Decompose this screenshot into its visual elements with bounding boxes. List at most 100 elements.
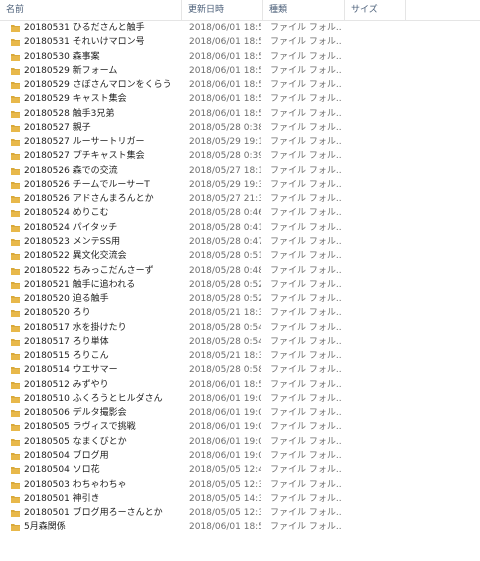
file-row[interactable]: 20180527 親子 2018/05/28 0:38 ファイル フォル... <box>0 121 480 135</box>
file-type: ファイル フォル... <box>270 80 342 91</box>
file-row[interactable]: 20180517 水を掛けたり 2018/05/28 0:54 ファイル フォル..… <box>0 321 480 335</box>
file-type: ファイル フォル... <box>270 94 342 105</box>
file-row[interactable]: 20180503 わちゃわちゃ 2018/05/05 12:39 ファイル フォル.… <box>0 478 480 492</box>
file-row[interactable]: 20180531 ひるださんと触手 2018/06/01 18:51 ファイル フォ… <box>0 21 480 35</box>
file-row[interactable]: 20180501 ブログ用ろーさんとか 2018/05/05 12:37 ファイル … <box>0 506 480 520</box>
folder-icon <box>11 153 20 161</box>
folder-icon <box>11 39 20 47</box>
file-row[interactable]: 20180515 ろりこん 2018/05/21 18:32 ファイル フォル... <box>0 349 480 363</box>
file-type: ファイル フォル... <box>270 422 342 433</box>
file-type: ファイル フォル... <box>270 222 342 233</box>
file-type: ファイル フォル... <box>270 165 342 176</box>
file-date-modified: 2018/06/01 19:04 <box>189 408 261 419</box>
folder-icon <box>11 410 20 418</box>
file-name: 5月森関係 <box>24 522 66 533</box>
folder-icon <box>11 167 20 175</box>
file-row[interactable]: 20180526 森での交流 2018/05/27 18:16 ファイル フォル..… <box>0 164 480 178</box>
file-row[interactable]: 20180524 パイタッチ 2018/05/28 0:41 ファイル フォル... <box>0 221 480 235</box>
file-row[interactable]: 20180510 ふくろうとヒルダさん 2018/06/01 19:00 ファイル … <box>0 392 480 406</box>
folder-icon <box>11 25 20 32</box>
file-type: ファイル フォル... <box>270 493 342 504</box>
file-type: ファイル フォル... <box>270 23 342 33</box>
file-type: ファイル フォル... <box>270 251 342 262</box>
file-date-modified: 2018/06/01 18:53 <box>189 51 261 62</box>
folder-icon <box>11 267 20 275</box>
file-type: ファイル フォル... <box>270 37 342 48</box>
file-date-modified: 2018/06/01 18:58 <box>189 522 261 533</box>
file-name: 20180520 迫る触手 <box>24 294 109 305</box>
file-row[interactable]: 20180526 アドさんまろんとか 2018/05/27 21:38 ファイル フ… <box>0 192 480 206</box>
file-row[interactable]: 20180514 ウエサマー 2018/05/28 0:58 ファイル フォル... <box>0 363 480 377</box>
file-name: 20180526 チームでルーサーT <box>24 179 150 190</box>
file-row[interactable]: 20180505 ラヴィスで挑戦 2018/06/01 19:06 ファイル フォル… <box>0 420 480 434</box>
file-date-modified: 2018/05/29 19:17 <box>189 137 261 148</box>
folder-icon <box>11 139 20 147</box>
file-row[interactable]: 20180520 迫る触手 2018/05/28 0:52 ファイル フォル... <box>0 292 480 306</box>
file-row[interactable]: 20180522 ちみっこだんさーず 2018/05/28 0:48 ファイル フォ… <box>0 264 480 278</box>
file-row[interactable]: 20180504 ソロ花 2018/05/05 12:41 ファイル フォル... <box>0 463 480 477</box>
file-row[interactable]: 20180505 なまくびとか 2018/06/01 19:06 ファイル フォル.… <box>0 435 480 449</box>
file-date-modified: 2018/05/28 0:51 <box>189 251 261 262</box>
file-name: 20180522 異文化交流会 <box>24 251 127 262</box>
file-type: ファイル フォル... <box>270 122 342 133</box>
file-row[interactable]: 20180529 キャスト集会 2018/06/01 18:54 ファイル フォル.… <box>0 92 480 106</box>
file-type: ファイル フォル... <box>270 479 342 490</box>
file-name: 20180514 ウエサマー <box>24 365 118 376</box>
file-name: 20180501 神引き <box>24 493 100 504</box>
file-row[interactable]: 20180528 触手3兄弟 2018/06/01 18:56 ファイル フォル..… <box>0 107 480 121</box>
column-header-date-modified[interactable]: 更新日時 <box>182 0 263 20</box>
file-name: 20180517 水を掛けたり <box>24 322 127 333</box>
file-row[interactable]: 20180527 プチキャスト集会 2018/05/28 0:39 ファイル フォル… <box>0 149 480 163</box>
file-name: 20180515 ろりこん <box>24 351 109 362</box>
folder-icon <box>11 181 20 189</box>
file-name: 20180501 ブログ用ろーさんとか <box>24 508 163 519</box>
file-name: 20180512 みずやり <box>24 379 109 390</box>
file-row[interactable]: 20180524 めりこむ 2018/05/28 0:46 ファイル フォル... <box>0 206 480 220</box>
file-row[interactable]: 20180504 ブログ用 2018/06/01 19:02 ファイル フォル... <box>0 449 480 463</box>
file-row[interactable]: 20180529 さぼさんマロンをくらう 2018/06/01 18:54 ファイル… <box>0 78 480 92</box>
file-row[interactable]: 20180522 異文化交流会 2018/05/28 0:51 ファイル フォル..… <box>0 249 480 263</box>
file-type: ファイル フォル... <box>270 108 342 119</box>
file-type: ファイル フォル... <box>270 308 342 319</box>
file-type: ファイル フォル... <box>270 322 342 333</box>
file-row[interactable]: 20180520 ろり 2018/05/21 18:35 ファイル フォル... <box>0 306 480 320</box>
file-name: 20180522 ちみっこだんさーず <box>24 265 154 276</box>
file-row[interactable]: 20180527 ルーサートリガー 2018/05/29 19:17 ファイル フォ… <box>0 135 480 149</box>
file-row[interactable]: 20180506 デルタ撮影会 2018/06/01 19:04 ファイル フォル.… <box>0 406 480 420</box>
file-name: 20180506 デルタ撮影会 <box>24 408 127 419</box>
file-row[interactable]: 20180526 チームでルーサーT 2018/05/29 19:32 ファイル フ… <box>0 178 480 192</box>
file-type: ファイル フォル... <box>270 465 342 476</box>
column-header-size[interactable]: サイズ <box>345 0 406 20</box>
file-row[interactable]: 20180521 触手に追われる 2018/05/28 0:52 ファイル フォル.… <box>0 278 480 292</box>
file-row[interactable]: 20180517 ろり単体 2018/05/28 0:54 ファイル フォル... <box>0 335 480 349</box>
file-type: ファイル フォル... <box>270 294 342 305</box>
file-date-modified: 2018/06/01 18:54 <box>189 94 261 105</box>
file-name: 20180517 ろり単体 <box>24 336 109 347</box>
file-date-modified: 2018/05/21 18:32 <box>189 351 261 362</box>
file-row[interactable]: 20180523 メンテSS用 2018/05/28 0:47 ファイル フォル..… <box>0 235 480 249</box>
file-type: ファイル フォル... <box>270 508 342 519</box>
file-row[interactable]: 20180531 それいけマロン号 2018/06/01 18:52 ファイル フォ… <box>0 35 480 49</box>
file-type: ファイル フォル... <box>270 137 342 148</box>
folder-icon <box>11 381 20 389</box>
file-row[interactable]: 20180501 神引き 2018/05/05 14:35 ファイル フォル... <box>0 492 480 506</box>
file-type: ファイル フォル... <box>270 450 342 461</box>
folder-icon <box>11 338 20 346</box>
folder-icon <box>11 467 20 475</box>
file-row[interactable]: 20180512 みずやり 2018/06/01 18:58 ファイル フォル... <box>0 378 480 392</box>
file-date-modified: 2018/05/28 0:48 <box>189 265 261 276</box>
file-date-modified: 2018/05/21 18:35 <box>189 308 261 319</box>
column-header-type[interactable]: 種類 <box>263 0 345 20</box>
file-row[interactable]: 5月森関係 2018/06/01 18:58 ファイル フォル... <box>0 520 480 534</box>
file-name: 20180505 ラヴィスで挑戦 <box>24 422 136 433</box>
file-type: ファイル フォル... <box>270 522 342 533</box>
file-date-modified: 2018/06/01 19:02 <box>189 450 261 461</box>
file-name: 20180527 親子 <box>24 122 91 133</box>
file-date-modified: 2018/05/28 0:46 <box>189 208 261 219</box>
column-header-name[interactable]: 名前 <box>0 0 182 20</box>
file-row[interactable]: 20180529 新フォーム 2018/06/01 18:55 ファイル フォル..… <box>0 64 480 78</box>
file-date-modified: 2018/06/01 18:52 <box>189 37 261 48</box>
file-name: 20180531 ひるださんと触手 <box>24 23 145 33</box>
folder-icon <box>11 253 20 261</box>
file-row[interactable]: 20180530 森事案 2018/06/01 18:53 ファイル フォル... <box>0 50 480 64</box>
